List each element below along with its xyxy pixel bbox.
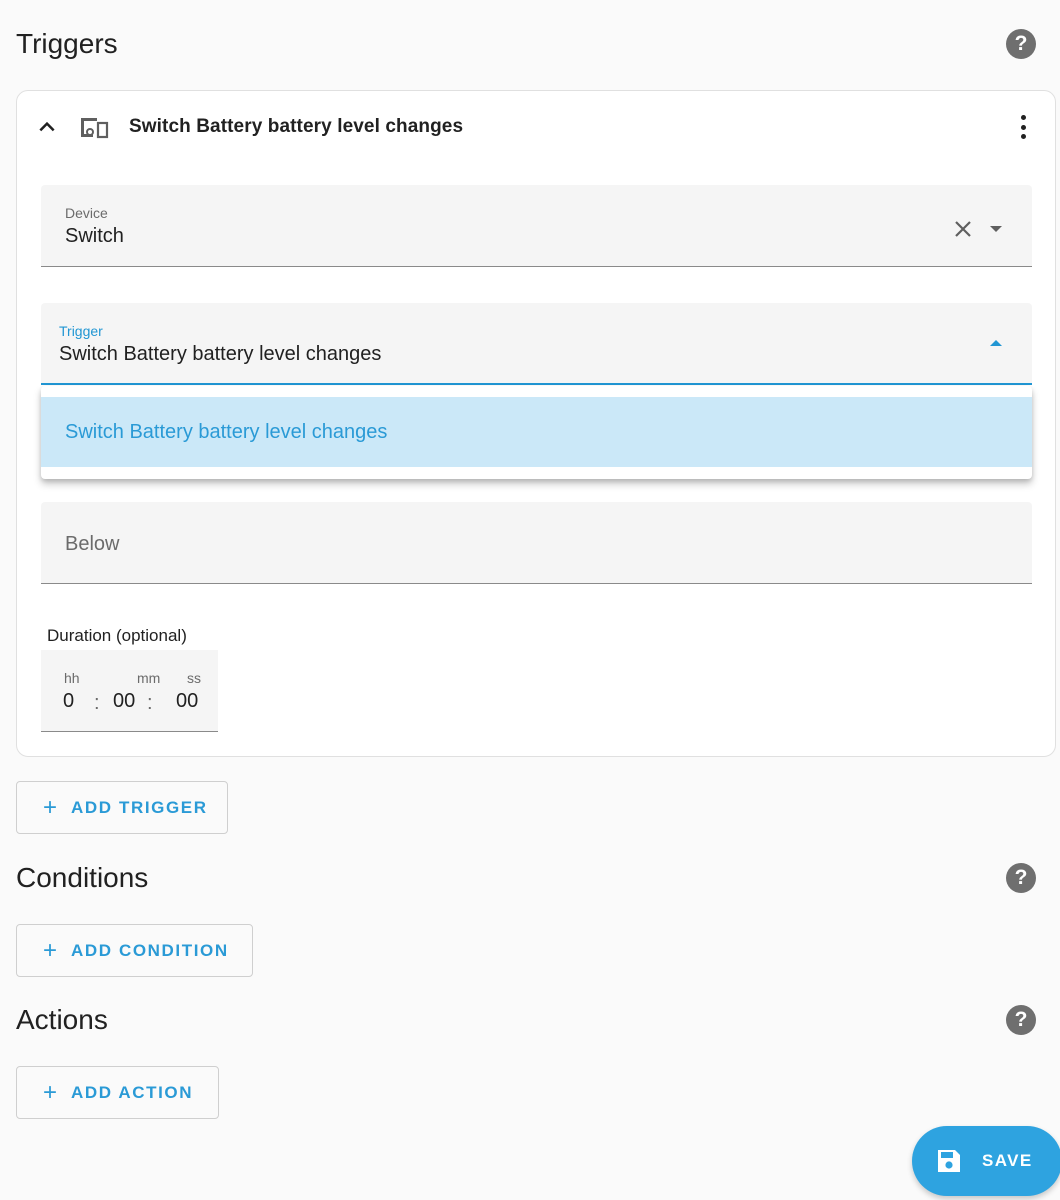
minutes-unit-label: mm: [137, 670, 161, 686]
triggers-header: Triggers ?: [16, 28, 1036, 60]
menu-item-label: Switch Battery battery level changes: [65, 421, 388, 443]
time-separator: :: [94, 692, 100, 714]
add-condition-button[interactable]: + ADD CONDITION: [16, 924, 253, 977]
plus-icon: +: [43, 936, 58, 964]
close-icon[interactable]: [953, 219, 973, 239]
trigger-card-title: Switch Battery battery level changes: [129, 116, 464, 137]
hours-unit-label: hh: [64, 670, 80, 686]
chevron-up-icon[interactable]: [37, 117, 57, 137]
conditions-title: Conditions: [16, 862, 149, 893]
trigger-options-menu: Switch Battery battery level changes: [41, 386, 1032, 479]
trigger-select-value: Switch Battery battery level changes: [59, 343, 382, 365]
below-input[interactable]: Below: [41, 502, 1032, 584]
actions-header: Actions ?: [16, 1004, 1036, 1036]
plus-icon: +: [43, 793, 58, 821]
help-icon[interactable]: ?: [1006, 29, 1036, 59]
help-icon[interactable]: ?: [1006, 1005, 1036, 1035]
trigger-select[interactable]: Trigger Switch Battery battery level cha…: [41, 303, 1032, 385]
device-field-label: Device: [65, 205, 108, 221]
content-save-icon: [938, 1150, 960, 1172]
menu-item[interactable]: Switch Battery battery level changes: [41, 397, 1032, 467]
add-trigger-button[interactable]: + ADD TRIGGER: [16, 781, 228, 834]
minutes-input[interactable]: 00: [113, 690, 135, 713]
trigger-select-label: Trigger: [59, 323, 103, 339]
hours-input[interactable]: 0: [63, 690, 74, 713]
add-action-label: ADD ACTION: [71, 1082, 194, 1102]
triggers-title: Triggers: [16, 28, 118, 59]
duration-label: Duration (optional): [47, 626, 187, 645]
actions-title: Actions: [16, 1004, 108, 1035]
chevron-down-icon[interactable]: [990, 226, 1002, 232]
save-label: SAVE: [982, 1151, 1033, 1170]
add-condition-label: ADD CONDITION: [71, 940, 229, 960]
device-field[interactable]: Device Switch: [41, 185, 1032, 267]
device-field-value: Switch: [65, 225, 124, 247]
save-button[interactable]: SAVE: [912, 1126, 1060, 1196]
help-icon[interactable]: ?: [1006, 863, 1036, 893]
seconds-unit-label: ss: [187, 670, 201, 686]
plus-icon: +: [43, 1078, 58, 1106]
devices-icon: [81, 118, 109, 139]
add-trigger-label: ADD TRIGGER: [71, 797, 208, 817]
time-separator: :: [147, 692, 153, 714]
duration-input[interactable]: hh mm ss 0 : 00 : 00: [41, 650, 218, 732]
below-input-placeholder: Below: [65, 533, 120, 555]
seconds-input[interactable]: 00: [176, 690, 198, 713]
add-action-button[interactable]: + ADD ACTION: [16, 1066, 219, 1119]
conditions-header: Conditions ?: [16, 862, 1036, 894]
trigger-card-header[interactable]: Switch Battery battery level changes: [17, 91, 1055, 163]
dots-vertical-icon[interactable]: [1019, 113, 1027, 141]
chevron-up-icon[interactable]: [990, 340, 1002, 346]
